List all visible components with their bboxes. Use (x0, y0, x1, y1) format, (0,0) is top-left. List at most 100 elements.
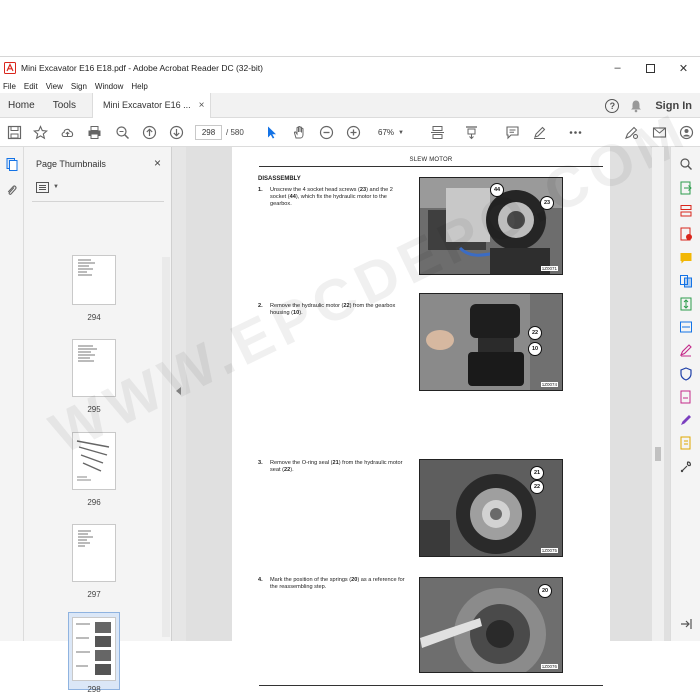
thumbnail-label: 298 (87, 685, 101, 694)
step-4: 4. Mark the position of the springs (20)… (258, 577, 408, 591)
page-down-icon[interactable] (169, 125, 184, 140)
bell-icon[interactable] (629, 99, 643, 113)
maximize-button[interactable] (634, 57, 667, 79)
thumbnail-preview (78, 259, 95, 276)
chevron-down-icon: ▼ (53, 184, 59, 190)
select-cursor-icon[interactable] (264, 125, 279, 140)
send-for-signature-icon[interactable] (679, 390, 693, 404)
tab-document[interactable]: Mini Excavator E16 ... × (92, 92, 212, 118)
zoom-in-icon[interactable] (346, 125, 361, 140)
photo-code: 1Z0075 (540, 548, 558, 553)
zoom-out-icon[interactable] (319, 125, 334, 140)
panel-divider (32, 201, 164, 202)
callout-label: 10 (528, 342, 542, 356)
left-nav-rail (0, 147, 24, 641)
page-up-icon[interactable] (142, 125, 157, 140)
acrobat-window: Mini Excavator E16 E18.pdf - Adobe Acrob… (0, 56, 700, 694)
document-scrollbar[interactable] (652, 147, 664, 641)
thumbnail-label: 297 (87, 590, 101, 599)
create-pdf-icon[interactable] (679, 227, 693, 241)
callout-label: 22 (528, 326, 542, 340)
page-footer-rule (259, 685, 603, 686)
search-icon[interactable] (679, 157, 693, 171)
section-title: DISASSEMBLY (258, 176, 301, 182)
thumbnail-label: 294 (87, 313, 101, 322)
fit-page-icon[interactable] (430, 125, 445, 140)
menu-sign[interactable]: Sign (71, 82, 87, 91)
step-3: 3. Remove the O-ring seal (21) from the … (258, 460, 408, 474)
menu-bar: File Edit View Sign Window Help (0, 79, 700, 93)
photo-code: 1Z0071 (540, 266, 558, 271)
edit-pen-icon[interactable] (679, 413, 693, 427)
collapse-rail-icon[interactable] (679, 617, 693, 631)
callout-label: 21 (530, 466, 544, 480)
thumbnail-page-297[interactable] (72, 524, 116, 582)
highlight-pen-icon[interactable] (532, 125, 547, 140)
page-total: / 580 (226, 128, 244, 137)
fill-sign-icon[interactable] (679, 343, 693, 357)
organize-pages-icon[interactable] (679, 204, 693, 218)
panel-title: Page Thumbnails (36, 159, 106, 169)
zoom-level: 67% (378, 128, 395, 137)
panel-close-icon[interactable]: × (154, 156, 161, 170)
menu-help[interactable]: Help (131, 82, 147, 91)
menu-edit[interactable]: Edit (24, 82, 38, 91)
page-thumbnails-icon[interactable] (5, 157, 19, 171)
callout-label: 20 (538, 584, 552, 598)
scrollbar-thumb[interactable] (655, 447, 661, 461)
comment-icon[interactable] (505, 125, 520, 140)
photo-code: 1Z0076 (540, 664, 558, 669)
export-pdf-icon[interactable] (679, 181, 693, 195)
save-icon[interactable] (7, 125, 22, 140)
menu-view[interactable]: View (46, 82, 63, 91)
thumbnail-scrollbar[interactable] (162, 257, 170, 637)
protect-shield-icon[interactable] (679, 367, 693, 381)
thumbnail-options-button[interactable]: ▼ (36, 180, 60, 194)
help-icon[interactable]: ? (605, 98, 620, 113)
combine-files-icon[interactable] (679, 274, 693, 288)
thumbnail-preview (78, 530, 93, 547)
step-4-text: Mark the position of the springs (20) as… (270, 577, 405, 590)
photo-code: 1Z0074 (540, 382, 558, 387)
close-button[interactable]: ✕ (667, 57, 700, 79)
zoom-search-icon[interactable] (115, 125, 130, 140)
photo-image (420, 294, 562, 390)
thumbnail-page-298[interactable] (72, 617, 116, 681)
title-bar: Mini Excavator E16 E18.pdf - Adobe Acrob… (0, 57, 700, 79)
acrobat-logo-icon (4, 62, 16, 74)
page-number-input[interactable]: 298 (195, 125, 222, 140)
tab-close-icon[interactable]: × (199, 100, 205, 111)
attachment-icon[interactable] (5, 184, 19, 198)
callout-label: 22 (530, 480, 544, 494)
scroll-mode-icon[interactable] (464, 125, 479, 140)
thumbnail-label: 296 (87, 498, 101, 507)
star-icon[interactable] (33, 125, 48, 140)
hand-tool-icon[interactable] (292, 125, 307, 140)
options-list-icon (36, 181, 49, 193)
thumbnail-page-294[interactable] (72, 255, 116, 305)
photo-step-3: 21 22 1Z0075 (419, 459, 563, 557)
scan-icon[interactable] (679, 320, 693, 334)
minimize-button[interactable]: – (601, 57, 634, 79)
more-tools-wrench-icon[interactable] (679, 460, 693, 474)
cloud-upload-icon[interactable] (60, 125, 75, 140)
photo-step-4: 20 1Z0076 (419, 577, 563, 673)
thumbnail-preview (76, 622, 111, 675)
more-tools-icon[interactable] (568, 125, 583, 140)
menu-file[interactable]: File (3, 82, 16, 91)
step-3-text: Remove the O-ring seal (21) from the hyd… (270, 460, 403, 473)
step-1: 1. Unscrew the 4 socket head screws (23)… (258, 187, 408, 208)
step-1-text: Unscrew the 4 socket head screws (23) an… (270, 187, 393, 207)
comment-tool-icon[interactable] (679, 251, 693, 265)
tab-home[interactable]: Home (0, 93, 45, 118)
tab-tools[interactable]: Tools (45, 93, 86, 118)
window-title: Mini Excavator E16 E18.pdf - Adobe Acrob… (21, 63, 263, 73)
zoom-level-select[interactable]: 67% ▼ (371, 125, 411, 140)
print-icon[interactable] (87, 125, 102, 140)
chevron-down-icon: ▼ (398, 129, 404, 136)
menu-window[interactable]: Window (95, 82, 123, 91)
share-file-icon[interactable] (679, 436, 693, 450)
maximize-icon (646, 63, 655, 73)
compress-icon[interactable] (679, 297, 693, 311)
tab-bar: Home Tools Mini Excavator E16 ... × ? Si… (0, 92, 700, 118)
